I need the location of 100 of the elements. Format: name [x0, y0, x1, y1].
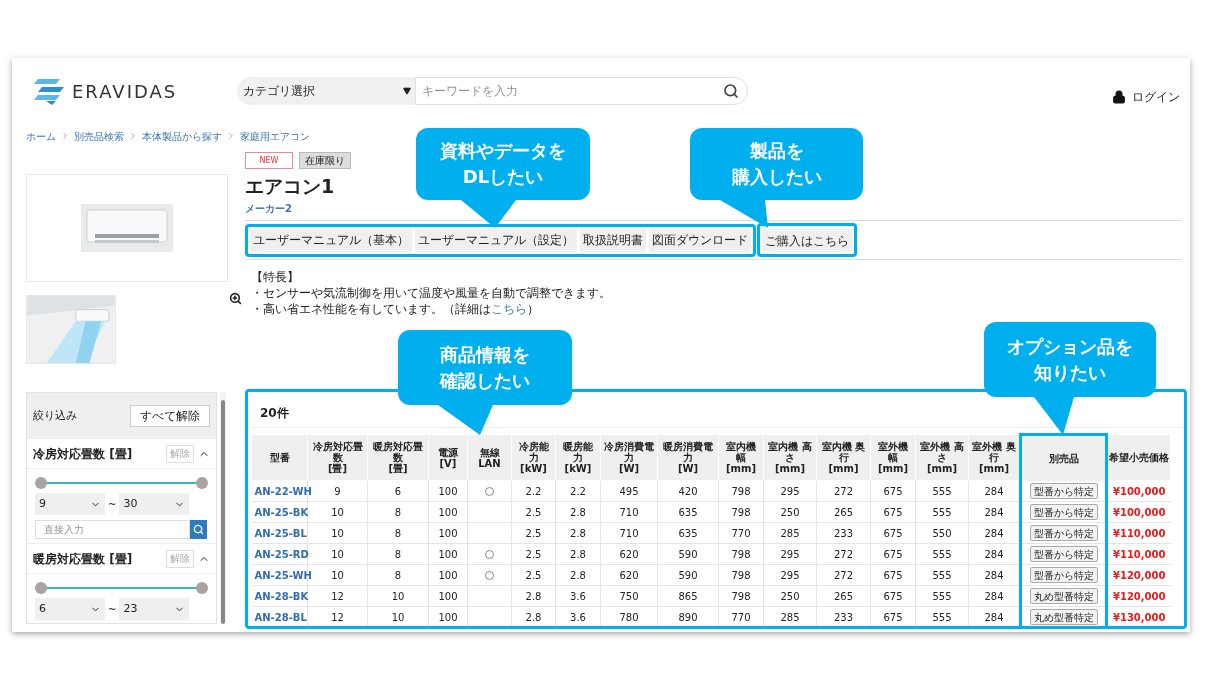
- document-button[interactable]: 取扱説明書: [580, 228, 646, 252]
- table-cell: 675: [870, 606, 916, 626]
- table-cell: 798: [718, 585, 764, 607]
- model-link[interactable]: AN-25-RD: [251, 543, 308, 565]
- table-cell: 555: [915, 543, 969, 565]
- table-cell: 284: [968, 564, 1021, 586]
- slider-thumb[interactable]: [35, 582, 47, 594]
- table-cell: 2.8: [555, 543, 601, 565]
- search-icon[interactable]: [723, 83, 739, 99]
- table-cell: 798: [718, 543, 764, 565]
- table-cell: 6: [367, 480, 429, 502]
- range-separator: ~: [108, 497, 117, 512]
- identify-button[interactable]: 型番から特定: [1029, 567, 1098, 583]
- table-cell: 284: [968, 501, 1021, 523]
- model-link[interactable]: AN-28-BK: [251, 585, 308, 607]
- slider-thumb[interactable]: [196, 582, 208, 594]
- slider-thumb[interactable]: [35, 477, 47, 489]
- direct-input-field[interactable]: 直接入力: [35, 520, 190, 539]
- column-header: 冷房対応畳 数 [畳]: [307, 434, 368, 481]
- max-select[interactable]: 23: [119, 598, 190, 620]
- table-cell: 420: [657, 480, 719, 502]
- table-cell: 890: [657, 606, 719, 626]
- table-cell: 2.5: [511, 501, 556, 523]
- table-cell: 284: [968, 480, 1021, 502]
- table-cell: 675: [870, 480, 916, 502]
- table-cell: 250: [763, 501, 817, 523]
- identify-button[interactable]: 丸め型番特定: [1029, 608, 1098, 625]
- identify-button[interactable]: 型番から特定: [1029, 482, 1098, 499]
- table-cell: 635: [657, 522, 719, 544]
- min-select[interactable]: 6: [35, 598, 105, 620]
- table-cell: 2.2: [511, 480, 556, 502]
- document-button[interactable]: 図面ダウンロード: [649, 228, 751, 252]
- search-input[interactable]: キーワードを入力: [422, 82, 723, 100]
- table-cell: 590: [657, 543, 719, 565]
- result-count: 20件: [260, 404, 289, 422]
- table-cell: 100: [428, 585, 468, 607]
- lock-icon: [1112, 90, 1126, 104]
- column-header: 暖房対応畳 数 [畳]: [367, 434, 429, 481]
- breadcrumb-link[interactable]: 家庭用エアコン: [240, 128, 310, 144]
- table-cell: 770: [718, 522, 764, 544]
- table-cell: 550: [915, 522, 969, 544]
- identify-button[interactable]: 型番から特定: [1029, 546, 1098, 562]
- identify-button[interactable]: 型番から特定: [1029, 504, 1098, 520]
- purchase-button[interactable]: ご購入はこちら: [762, 229, 852, 253]
- model-link[interactable]: AN-25-BK: [251, 501, 308, 523]
- max-select[interactable]: 30: [119, 493, 190, 515]
- document-button[interactable]: ユーザーマニュアル（設定）: [415, 228, 577, 252]
- table-cell: 798: [718, 501, 764, 523]
- identify-button[interactable]: 丸め型番特定: [1029, 588, 1098, 604]
- table-cell: 100: [428, 543, 468, 565]
- table-cell: 10: [367, 585, 429, 607]
- table-cell: 265: [816, 585, 871, 607]
- table-cell: 8: [367, 501, 429, 523]
- column-header: 冷房能 力 [kW]: [511, 434, 556, 481]
- table-cell: 710: [600, 501, 658, 523]
- table-cell: 2.8: [555, 564, 601, 586]
- column-header: 室内機 奥 行 [mm]: [816, 434, 871, 481]
- min-select[interactable]: 9: [35, 493, 105, 515]
- breadcrumb-link[interactable]: ホーム: [26, 128, 56, 144]
- column-header: 暖房能 力 [kW]: [555, 434, 601, 481]
- document-button[interactable]: ユーザーマニュアル（基本）: [250, 228, 412, 252]
- range-separator: ~: [108, 602, 117, 617]
- table-cell: 8: [367, 564, 429, 586]
- zoom-icon[interactable]: [229, 292, 242, 305]
- table-cell: 285: [763, 522, 817, 544]
- identify-button[interactable]: 型番から特定: [1029, 525, 1098, 541]
- table-cell: 8: [367, 522, 429, 544]
- breadcrumb-link[interactable]: 本体製品から探す: [142, 128, 222, 144]
- column-header: 型番: [251, 434, 308, 481]
- table-cell: 750: [600, 585, 658, 607]
- table-cell: 295: [763, 543, 817, 565]
- table-cell: 2.5: [511, 564, 556, 586]
- table-cell: 265: [816, 501, 871, 523]
- clear-all-button[interactable]: すべて解除: [130, 405, 210, 427]
- slider-thumb[interactable]: [196, 477, 208, 489]
- column-header: 希望小売価格: [1106, 434, 1171, 481]
- table-cell: 272: [816, 543, 871, 565]
- column-header: 室外機 幅 [mm]: [870, 434, 916, 481]
- maker-link[interactable]: メーカー2: [245, 201, 292, 216]
- table-cell: 12: [307, 606, 368, 626]
- table-cell: 284: [968, 606, 1021, 626]
- table-cell: 2.2: [555, 480, 601, 502]
- column-header: 暖房消費電 力 [W]: [657, 434, 719, 481]
- details-link[interactable]: こちら: [491, 302, 527, 316]
- category-select[interactable]: カテゴリ選択: [237, 77, 415, 105]
- filter-group-title: 冷房対応畳数 [畳]: [33, 445, 133, 463]
- model-link[interactable]: AN-28-BL: [251, 606, 308, 626]
- scrollbar[interactable]: [220, 392, 226, 624]
- table-cell: 620: [600, 543, 658, 565]
- table-cell: 620: [600, 564, 658, 586]
- column-header: 室外機 奥 行 [mm]: [968, 434, 1021, 481]
- breadcrumb-link[interactable]: 別売品検索: [74, 128, 124, 144]
- login-link[interactable]: ログイン: [1112, 88, 1180, 106]
- table-cell: 555: [915, 501, 969, 523]
- table-cell: 798: [718, 480, 764, 502]
- search-button[interactable]: [190, 520, 207, 539]
- status-badge: 在庫限り: [299, 152, 351, 169]
- model-link[interactable]: AN-25-BL: [251, 522, 308, 544]
- table-cell: 798: [718, 564, 764, 586]
- price-cell: ¥120,000: [1106, 585, 1171, 607]
